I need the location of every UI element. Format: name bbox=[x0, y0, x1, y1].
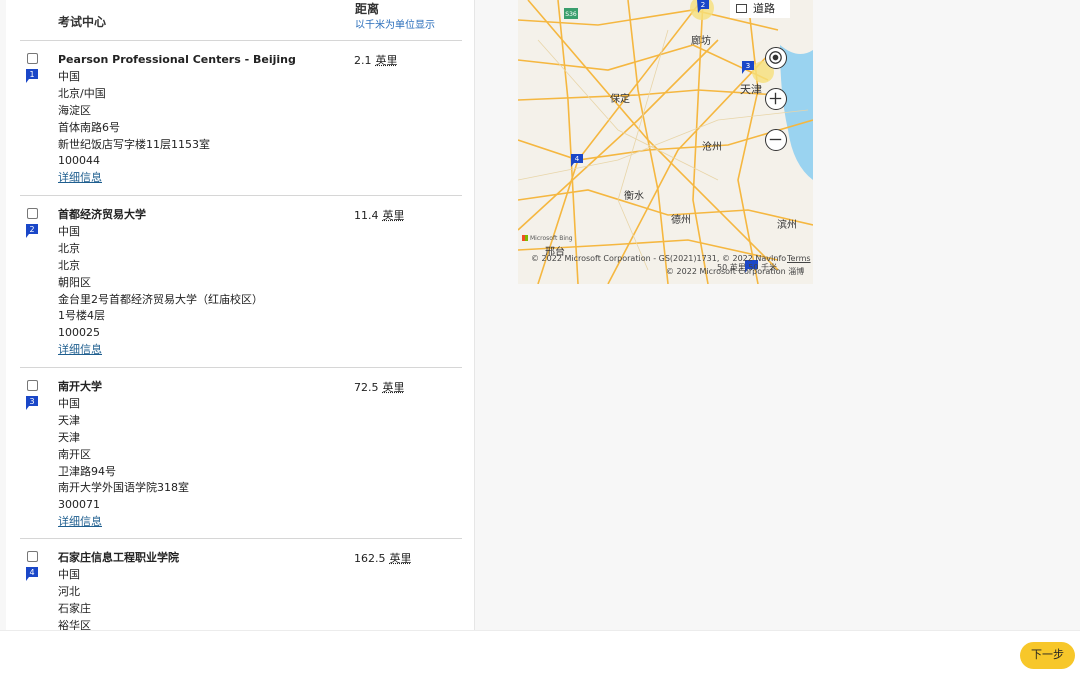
distance-value: 2.1 英里 bbox=[354, 54, 398, 67]
postal-code: 100044 bbox=[58, 154, 100, 168]
map-attribution: © 2022 Microsoft Corporation 淄博 bbox=[666, 267, 805, 276]
highway-label: S36 bbox=[565, 11, 577, 18]
address-line: 海淀区 bbox=[58, 103, 91, 117]
distance-value: 72.5 英里 bbox=[354, 381, 405, 394]
address-line: 首体南路6号 bbox=[58, 120, 120, 134]
address-line: 石家庄 bbox=[58, 601, 91, 615]
svg-text:3: 3 bbox=[746, 62, 750, 70]
city-label: 保定 bbox=[610, 94, 630, 105]
address-line: 新世纪饭店写字楼11层1153室 bbox=[58, 137, 210, 151]
footer-bar bbox=[0, 630, 1080, 673]
svg-text:1: 1 bbox=[29, 70, 34, 79]
svg-text:4: 4 bbox=[575, 155, 580, 163]
select-center-checkbox[interactable] bbox=[27, 208, 38, 219]
address-line: 天津 bbox=[58, 430, 80, 444]
address-line: 1号楼4层 bbox=[58, 309, 105, 323]
zoom-out-button[interactable] bbox=[765, 129, 787, 151]
map-pin-icon: 2 bbox=[26, 224, 38, 238]
distance-unit: 英里 bbox=[382, 209, 405, 222]
list-item: 2 首都经济贸易大学 中国 北京 北京 朝阳区 金台里2号首都经济贸易大学（红庙… bbox=[20, 196, 462, 368]
distance-unit: 英里 bbox=[375, 54, 398, 67]
postal-code: 300071 bbox=[58, 498, 100, 512]
zoom-in-button[interactable] bbox=[765, 88, 787, 110]
address-line: 朝阳区 bbox=[58, 275, 91, 289]
bing-logo: Microsoft Bing bbox=[522, 235, 573, 242]
address-line: 金台里2号首都经济贸易大学（红庙校区） bbox=[58, 292, 263, 306]
distance-unit: 英里 bbox=[389, 552, 412, 565]
plus-icon bbox=[769, 92, 782, 105]
address-line: 中国 bbox=[58, 224, 80, 238]
center-name: Pearson Professional Centers - Beijing bbox=[58, 53, 296, 66]
address-line: 中国 bbox=[58, 396, 80, 410]
address-line: 中国 bbox=[58, 567, 80, 581]
center-name: 石家庄信息工程职业学院 bbox=[58, 551, 179, 564]
city-label: 衡水 bbox=[624, 191, 644, 202]
svg-text:2: 2 bbox=[29, 225, 34, 234]
details-link[interactable]: 详细信息 bbox=[58, 514, 189, 531]
column-header-center: 考试中心 bbox=[58, 15, 107, 29]
details-link[interactable]: 详细信息 bbox=[58, 170, 296, 187]
city-label: 天津 bbox=[740, 83, 762, 96]
address-line: 中国 bbox=[58, 69, 80, 83]
results-panel: 考试中心 距离 以千米为单位显示 1 Pearson Professional … bbox=[6, 0, 475, 630]
distance-unit: 英里 bbox=[382, 381, 405, 394]
list-item: 4 石家庄信息工程职业学院 中国 河北 石家庄 裕华区 162.5 英里 bbox=[20, 539, 462, 630]
list-item: 1 Pearson Professional Centers - Beijing… bbox=[20, 41, 462, 196]
map-view[interactable]: S36 2 3 4 道路 廊坊 保定 天津 沧州 衡水 邢台 德州 滨州 Mic… bbox=[518, 0, 813, 284]
address-line: 卫津路94号 bbox=[58, 464, 116, 478]
postal-code: 100025 bbox=[58, 326, 100, 340]
list-item: 3 南开大学 中国 天津 天津 南开区 卫津路94号 南开大学外国语学院318室… bbox=[20, 368, 462, 539]
map-pin-icon: 3 bbox=[26, 396, 38, 410]
select-center-checkbox[interactable] bbox=[27, 380, 38, 391]
address-line: 南开区 bbox=[58, 447, 91, 461]
target-icon bbox=[769, 51, 782, 64]
svg-text:3: 3 bbox=[29, 397, 34, 406]
minus-icon bbox=[769, 138, 782, 141]
city-label: 廊坊 bbox=[691, 36, 711, 47]
results-header: 考试中心 距离 以千米为单位显示 bbox=[20, 0, 462, 41]
svg-text:2: 2 bbox=[701, 1, 705, 9]
map-pin-icon: 1 bbox=[26, 69, 38, 83]
map-style-toggle[interactable]: 道路 bbox=[730, 0, 790, 18]
terms-link[interactable]: Terms bbox=[787, 254, 811, 263]
address-line: 北京/中国 bbox=[58, 86, 106, 100]
address-line: 天津 bbox=[58, 413, 80, 427]
column-header-distance: 距离 bbox=[355, 2, 380, 16]
select-center-checkbox[interactable] bbox=[27, 53, 38, 64]
city-label: 德州 bbox=[671, 215, 691, 226]
svg-text:4: 4 bbox=[29, 568, 34, 577]
city-label: 滨州 bbox=[777, 220, 797, 231]
distance-unit-note: 以千米为单位显示 bbox=[355, 20, 435, 31]
center-name: 首都经济贸易大学 bbox=[58, 208, 146, 221]
address-line: 河北 bbox=[58, 584, 80, 598]
select-center-checkbox[interactable] bbox=[27, 551, 38, 562]
details-link[interactable]: 详细信息 bbox=[58, 342, 263, 359]
next-button[interactable]: 下一步 bbox=[1020, 642, 1075, 669]
locate-me-button[interactable] bbox=[765, 47, 787, 69]
city-label: 沧州 bbox=[702, 142, 722, 153]
distance-value: 11.4 英里 bbox=[354, 209, 405, 222]
address-line: 北京 bbox=[58, 241, 80, 255]
address-line: 北京 bbox=[58, 258, 80, 272]
road-map-icon bbox=[736, 4, 747, 13]
center-name: 南开大学 bbox=[58, 380, 102, 393]
address-line: 南开大学外国语学院318室 bbox=[58, 481, 189, 495]
distance-value: 162.5 英里 bbox=[354, 552, 412, 565]
map-pin-icon: 4 bbox=[26, 567, 38, 581]
address-line: 裕华区 bbox=[58, 618, 91, 630]
